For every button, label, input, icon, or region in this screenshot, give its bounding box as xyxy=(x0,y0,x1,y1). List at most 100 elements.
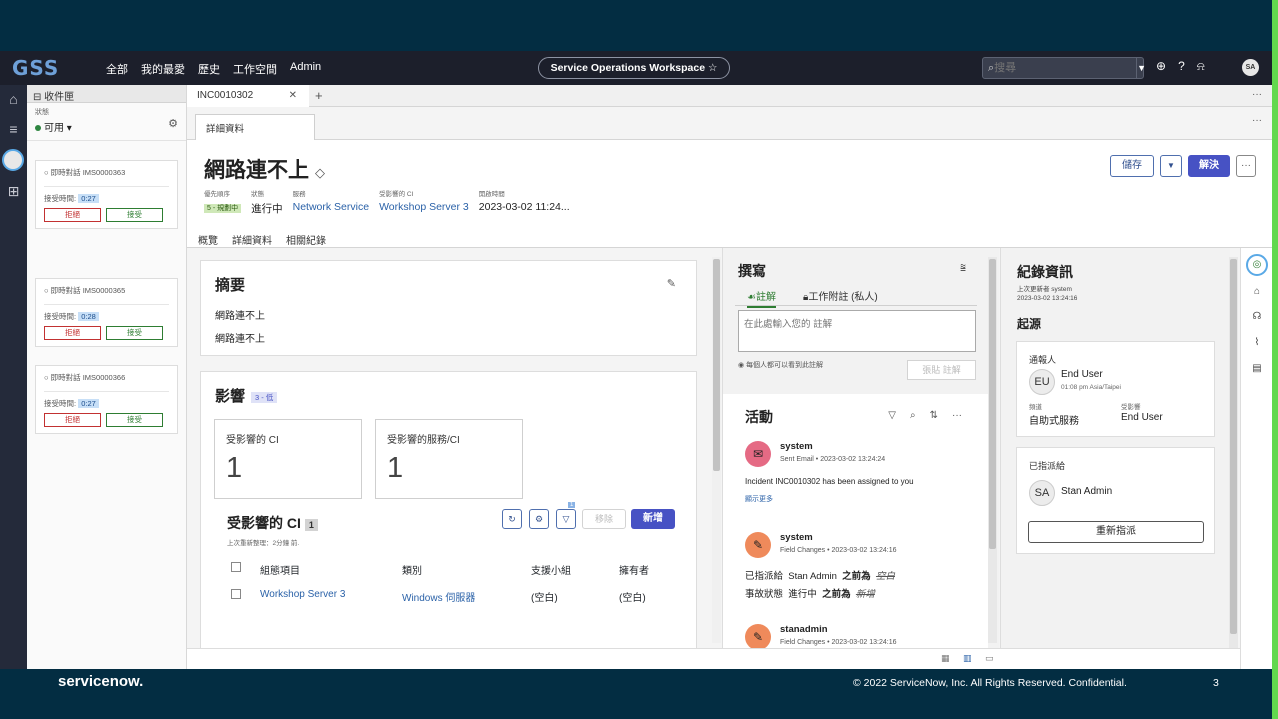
layout-single-icon[interactable]: ▦ xyxy=(941,653,950,664)
remove-button[interactable]: 移除 xyxy=(582,509,626,529)
layout-full-icon[interactable]: ▭ xyxy=(985,653,994,664)
graduation-cap-icon[interactable]: ⌂ xyxy=(1249,286,1265,297)
owner-cell: (空白) xyxy=(619,593,646,604)
bell-icon[interactable]: ⍾ xyxy=(1197,59,1205,74)
ci-name-link[interactable]: Workshop Server 3 xyxy=(260,589,345,600)
copyright-text: © 2022 ServiceNow, Inc. All Rights Reser… xyxy=(853,677,1127,689)
close-icon[interactable]: ✕ xyxy=(289,90,297,101)
inbox-card[interactable]: ○ 即時對話 IMS0000363 接受時間: 0:27 拒絕 接受 xyxy=(35,160,178,229)
ci-link[interactable]: Workshop Server 3 xyxy=(379,201,469,213)
globe-icon[interactable]: ⊕ xyxy=(1156,59,1166,74)
more-icon[interactable]: ··· xyxy=(1252,115,1262,126)
scrollbar-thumb[interactable] xyxy=(1230,259,1237,634)
grid-icon[interactable]: ⊞ xyxy=(5,183,22,200)
tab-details[interactable]: 詳細資料 xyxy=(195,114,315,140)
reassign-button[interactable]: 重新指派 xyxy=(1028,521,1204,543)
show-more-link[interactable]: 顯示更多 xyxy=(745,494,773,504)
nav-admin[interactable]: Admin xyxy=(290,61,321,77)
search-icon[interactable]: ⌕ xyxy=(910,410,916,421)
activity-scrollbar[interactable] xyxy=(988,257,997,643)
scrollbar-thumb[interactable] xyxy=(713,259,720,471)
more-actions-button[interactable]: ··· xyxy=(1236,155,1256,177)
affected-services-tile[interactable]: 受影響的服務/CI 1 xyxy=(375,419,523,499)
record-tab[interactable]: INC0010302 ✕ xyxy=(187,85,309,107)
tag-icon[interactable]: ◇ xyxy=(315,165,325,180)
workspace-title-pill[interactable]: Service Operations Workspace ☆ xyxy=(538,57,730,79)
more-icon[interactable]: ··· xyxy=(1252,89,1262,100)
ci-class-link[interactable]: Windows 伺服器 xyxy=(402,589,475,604)
assignee-name[interactable]: Stan Admin xyxy=(1061,486,1112,497)
layout-split-icon[interactable]: ▥ xyxy=(963,653,972,664)
decline-button[interactable]: 拒絕 xyxy=(44,208,101,222)
home-icon[interactable]: ⌂ xyxy=(5,91,22,107)
filter-icon[interactable]: ▽ xyxy=(888,410,896,421)
nav-all[interactable]: 全部 xyxy=(106,61,128,77)
table-header-row: 組態項目 類別 支援小組 擁有者 xyxy=(231,562,681,589)
compose-panel: 撰寫 ⩰ ☙註解 🔒︎工作附註 (私人) ◉ 每個人都可以看到此註解 張貼 註解 xyxy=(723,248,988,398)
reporter-name[interactable]: End User xyxy=(1061,369,1103,380)
post-comment-button[interactable]: 張貼 註解 xyxy=(907,360,976,380)
right-rail: ◎ ⌂ ☊ ⌇ ▤ xyxy=(1240,248,1272,669)
refresh-icon[interactable]: ↻ xyxy=(502,509,522,529)
accept-button[interactable]: 接受 xyxy=(106,326,163,340)
inbox-card[interactable]: ○ 即時對話 IMS0000366 接受時間: 0:27 拒絕 接受 xyxy=(35,365,178,434)
info-scrollbar[interactable] xyxy=(1229,257,1238,665)
help-icon[interactable]: ? xyxy=(1178,59,1185,74)
activity-author: system xyxy=(780,441,813,452)
save-button[interactable]: 儲存 xyxy=(1110,155,1154,177)
row-checkbox[interactable] xyxy=(231,589,241,599)
decline-button[interactable]: 拒絕 xyxy=(44,326,101,340)
affected-label: 受影響 xyxy=(1121,404,1141,411)
column-header[interactable]: 組態項目 xyxy=(260,562,300,577)
add-tab-icon[interactable]: + xyxy=(315,88,323,103)
nav-history[interactable]: 歷史 xyxy=(198,61,220,77)
affected-ci-tile[interactable]: 受影響的 CI 1 xyxy=(214,419,362,499)
user-avatar[interactable]: SA xyxy=(1242,59,1259,76)
filter-icon[interactable]: ▽ xyxy=(556,509,576,529)
gear-icon[interactable]: ⚙ xyxy=(168,117,178,130)
nav-workspaces[interactable]: 工作空間 xyxy=(233,61,277,77)
search-scope-dropdown[interactable]: ▼ xyxy=(1136,58,1146,78)
service-link[interactable]: Network Service xyxy=(293,201,369,213)
status-dropdown[interactable]: 可用 ▾ xyxy=(35,119,178,134)
inbox-card[interactable]: ○ 即時對話 IMS0000365 接受時間: 0:28 拒絕 接受 xyxy=(35,278,178,347)
column-header[interactable]: 類別 xyxy=(402,562,422,577)
more-icon[interactable]: ··· xyxy=(952,410,962,421)
paperclip-icon[interactable]: ⌇ xyxy=(1249,337,1265,348)
assignee-avatar[interactable]: SA xyxy=(1029,480,1055,506)
list-icon[interactable]: ≡ xyxy=(5,121,22,137)
ci-count-badge: 1 xyxy=(304,519,318,531)
document-icon[interactable]: ▤ xyxy=(1249,363,1265,374)
tab-work-notes[interactable]: 🔒︎工作附註 (私人) xyxy=(803,288,878,303)
collapse-icon[interactable]: ⩰ xyxy=(960,263,966,274)
column-header[interactable]: 擁有者 xyxy=(619,562,649,577)
settings-icon[interactable]: ⚙ xyxy=(529,509,549,529)
reporter-avatar[interactable]: EU xyxy=(1029,369,1055,395)
select-all-checkbox[interactable] xyxy=(231,562,241,572)
gss-logo[interactable]: GSS xyxy=(12,58,59,78)
save-dropdown-button[interactable]: ▼ xyxy=(1160,155,1182,177)
resolve-button[interactable]: 解決 xyxy=(1188,155,1230,177)
scrollbar-thumb[interactable] xyxy=(989,259,996,549)
record-info-icon[interactable]: ◎ xyxy=(1246,254,1268,276)
agent-inbox-icon[interactable] xyxy=(2,149,24,171)
tab-comments[interactable]: ☙註解 xyxy=(747,288,776,308)
nav-favorites[interactable]: 我的最愛 xyxy=(141,61,185,77)
meta-value: 2023-03-02 11:24... xyxy=(478,201,570,213)
comment-textarea[interactable] xyxy=(738,310,976,352)
eye-icon: ◉ xyxy=(738,362,747,369)
search-input[interactable] xyxy=(994,62,1137,74)
accept-button[interactable]: 接受 xyxy=(106,413,163,427)
table-row: Workshop Server 3 Windows 伺服器 (空白) (空白) xyxy=(231,589,681,616)
column-header[interactable]: 支援小組 xyxy=(531,562,571,577)
new-button[interactable]: 新增 xyxy=(631,509,675,529)
accept-button[interactable]: 接受 xyxy=(106,208,163,222)
decline-button[interactable]: 拒絕 xyxy=(44,413,101,427)
impact-panel: 影響 3 - 低 受影響的 CI 1 受影響的服務/CI 1 受影響的 CI 1 上… xyxy=(200,371,697,648)
overview-scrollbar[interactable] xyxy=(712,257,721,643)
headset-icon[interactable]: ☊ xyxy=(1249,311,1265,322)
edit-pencil-icon[interactable]: ✎ xyxy=(667,277,676,290)
sort-icon[interactable]: ⇅ xyxy=(930,410,938,421)
impact-title-text: 影響 xyxy=(215,388,246,405)
impact-title: 影響 3 - 低 xyxy=(215,385,278,406)
